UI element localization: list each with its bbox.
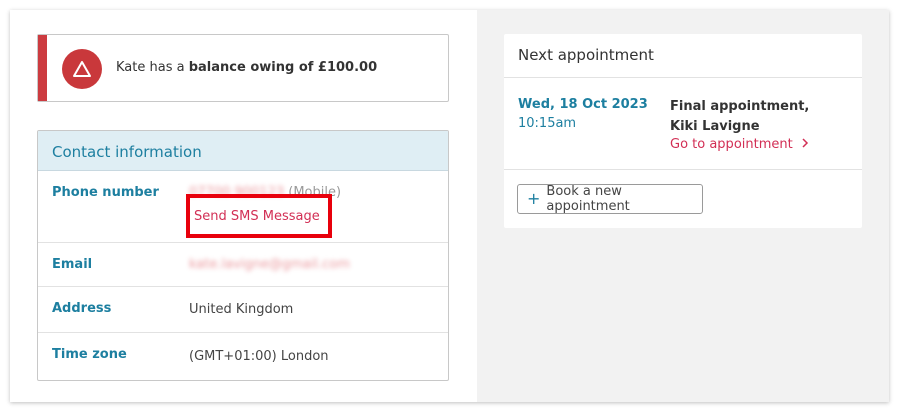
- contact-title: Contact information: [52, 143, 202, 161]
- timezone-label: Time zone: [52, 347, 127, 362]
- address-value: United Kingdom: [189, 302, 294, 317]
- appointment-title: Next appointment: [518, 46, 654, 64]
- alert-prefix: Kate has a: [116, 60, 185, 75]
- go-to-appointment-label: Go to appointment: [670, 137, 793, 152]
- alert-accent-bar: [38, 35, 47, 101]
- go-to-appointment-link[interactable]: Go to appointment: [670, 137, 809, 152]
- email-label: Email: [52, 257, 93, 272]
- book-appointment-label: Book a new appointment: [546, 184, 630, 214]
- chevron-right-icon: [802, 138, 808, 148]
- appointment-time: 10:15am: [518, 116, 577, 131]
- email-row: Email kate.lavigne@gmail.com: [38, 242, 448, 287]
- timezone-row: Time zone (GMT+01:00) London: [38, 332, 448, 380]
- appointment-date: Wed, 18 Oct 2023: [518, 97, 648, 112]
- contact-header: Contact information: [38, 131, 448, 171]
- balance-alert: Kate has a balance owing of £100.00: [37, 34, 449, 102]
- timezone-value: (GMT+01:00) London: [189, 349, 329, 364]
- address-label: Address: [52, 301, 112, 316]
- alert-message: Kate has a balance owing of £100.00: [116, 60, 377, 75]
- contact-card: Contact information Phone number 07700 9…: [37, 130, 449, 381]
- appointment-divider-bottom: [504, 169, 862, 170]
- plus-icon: +: [527, 189, 541, 208]
- warning-triangle-icon: [62, 49, 102, 89]
- address-row: Address United Kingdom: [38, 286, 448, 333]
- book-appointment-button[interactable]: + Book a new appointment: [517, 184, 703, 214]
- email-value[interactable]: kate.lavigne@gmail.com: [189, 257, 350, 272]
- sms-highlight-box: [186, 194, 332, 238]
- appointment-name: Final appointment, Kiki Lavigne: [670, 99, 810, 134]
- next-appointment-card: Next appointment Wed, 18 Oct 2023 10:15a…: [504, 34, 862, 228]
- appointment-divider-top: [504, 77, 862, 78]
- alert-balance: balance owing of £100.00: [188, 60, 378, 75]
- phone-label: Phone number: [52, 185, 159, 200]
